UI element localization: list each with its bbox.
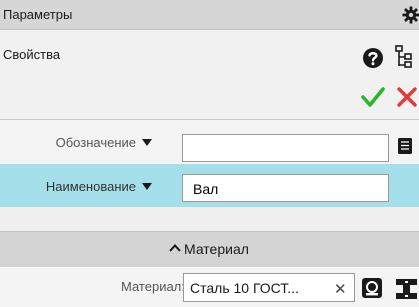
material-value: Сталь 10 ГОСТ... bbox=[190, 280, 299, 296]
library-icon[interactable] bbox=[361, 277, 383, 299]
panel-title: Параметры bbox=[3, 7, 73, 22]
material-label: Материал: bbox=[121, 279, 185, 294]
material-section-header[interactable]: Материал bbox=[0, 231, 419, 267]
properties-label: Свойства bbox=[3, 47, 61, 62]
chevron-up-icon[interactable] bbox=[168, 242, 182, 254]
clear-icon[interactable]: ✕ bbox=[334, 280, 347, 298]
designation-field[interactable] bbox=[182, 134, 389, 162]
properties-header: Свойства bbox=[0, 30, 419, 120]
name-label[interactable]: Наименование bbox=[46, 179, 152, 194]
panel-titlebar: Параметры bbox=[0, 0, 419, 30]
close-icon[interactable] bbox=[395, 84, 419, 110]
material-row: Материал: Сталь 10 ГОСТ... ✕ bbox=[0, 267, 419, 307]
name-field[interactable]: Вал bbox=[182, 174, 389, 202]
help-icon[interactable] bbox=[362, 47, 384, 69]
designation-label[interactable]: Обозначение bbox=[56, 135, 152, 150]
database-icon[interactable] bbox=[394, 277, 419, 301]
material-section-title: Материал bbox=[184, 241, 249, 257]
spacer bbox=[0, 207, 419, 231]
material-field[interactable]: Сталь 10 ГОСТ... ✕ bbox=[183, 273, 355, 302]
chevron-down-icon[interactable] bbox=[142, 183, 152, 190]
document-icon[interactable] bbox=[397, 137, 413, 155]
gear-icon[interactable] bbox=[402, 6, 419, 24]
tree-structure-icon[interactable] bbox=[394, 44, 419, 70]
designation-row: Обозначение bbox=[0, 120, 419, 164]
checkmark-icon[interactable] bbox=[360, 84, 386, 110]
chevron-down-icon[interactable] bbox=[142, 139, 152, 146]
name-row: Наименование Вал bbox=[0, 164, 419, 207]
